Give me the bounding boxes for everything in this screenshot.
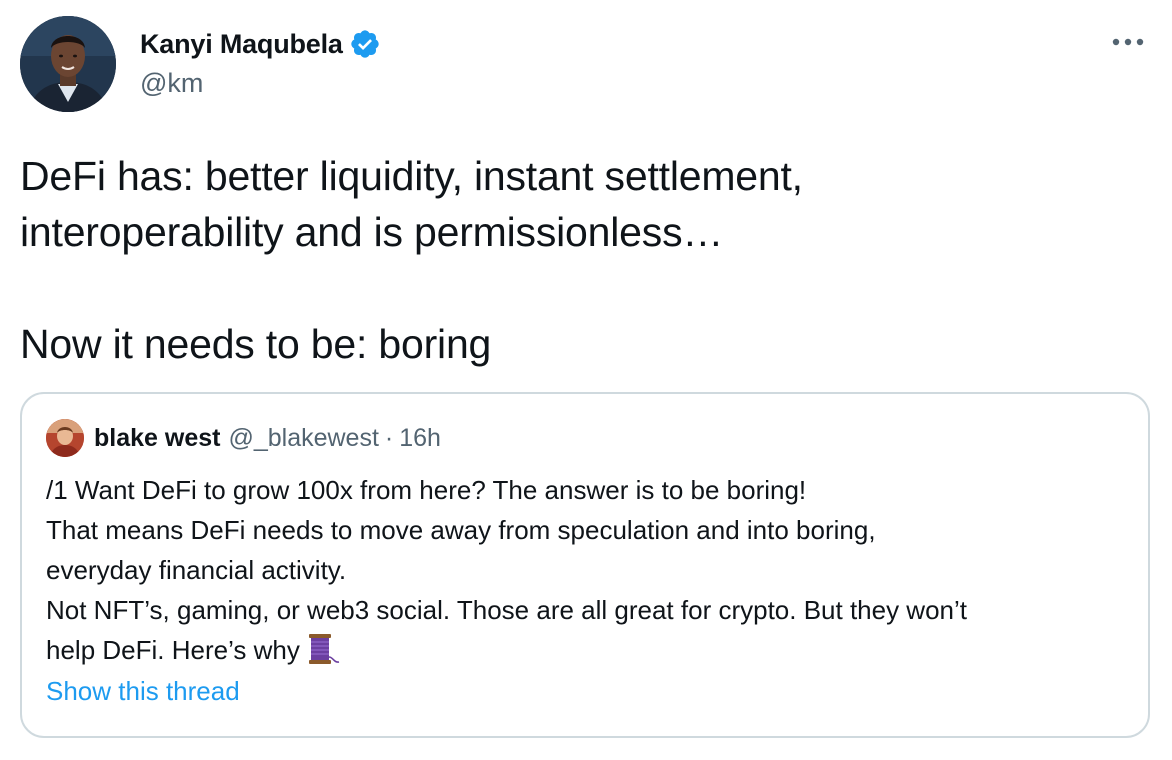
quoted-text-line-last: help DeFi. Here’s why [46,630,1136,676]
author-avatar-image [20,16,116,112]
more-options-button[interactable] [1108,28,1148,56]
verified-badge-icon [349,28,381,60]
quoted-tweet-card[interactable]: blake west @_blakewest · 16h /1 Want DeF… [20,392,1150,738]
quoted-author-name: blake west [94,423,221,452]
tweet-text-line: interoperability and is permissionless… [20,209,724,255]
author-avatar[interactable] [20,16,116,112]
quoted-text-line: That means DeFi needs to move away from … [46,515,876,545]
quoted-tweet-header: blake west @_blakewest · 16h [46,418,441,458]
tweet-text-line: Now it needs to be: boring [20,321,492,367]
show-thread-link[interactable]: Show this thread [46,676,240,707]
tweet-text-line: DeFi has: better liquidity, instant sett… [20,153,803,199]
quoted-author-handle: @_blakewest [228,423,379,452]
author-info: Kanyi Maqubela @km [140,26,381,99]
author-handle[interactable]: @km [140,68,381,99]
author-name-row: Kanyi Maqubela [140,26,381,62]
quoted-separator: · [384,423,394,452]
quoted-tweet-text: /1 Want DeFi to grow 100x from here? The… [46,470,1136,676]
quoted-timestamp: 16h [399,423,441,452]
more-dots-icon [1112,38,1144,46]
quoted-text-line: everyday financial activity. [46,555,347,585]
quoted-text-line: help DeFi. Here’s why [46,635,300,665]
tweet-text: DeFi has: better liquidity, instant sett… [20,148,1140,372]
quoted-author-avatar-image [46,419,84,457]
thread-spool-icon [306,633,340,676]
quoted-text-line: Not NFT’s, gaming, or web3 social. Those… [46,595,968,625]
author-display-name[interactable]: Kanyi Maqubela [140,29,343,60]
quoted-author-avatar [46,419,84,457]
quoted-text-line: /1 Want DeFi to grow 100x from here? The… [46,475,807,505]
tweet: Kanyi Maqubela @km DeFi has: better liqu… [0,0,1172,760]
